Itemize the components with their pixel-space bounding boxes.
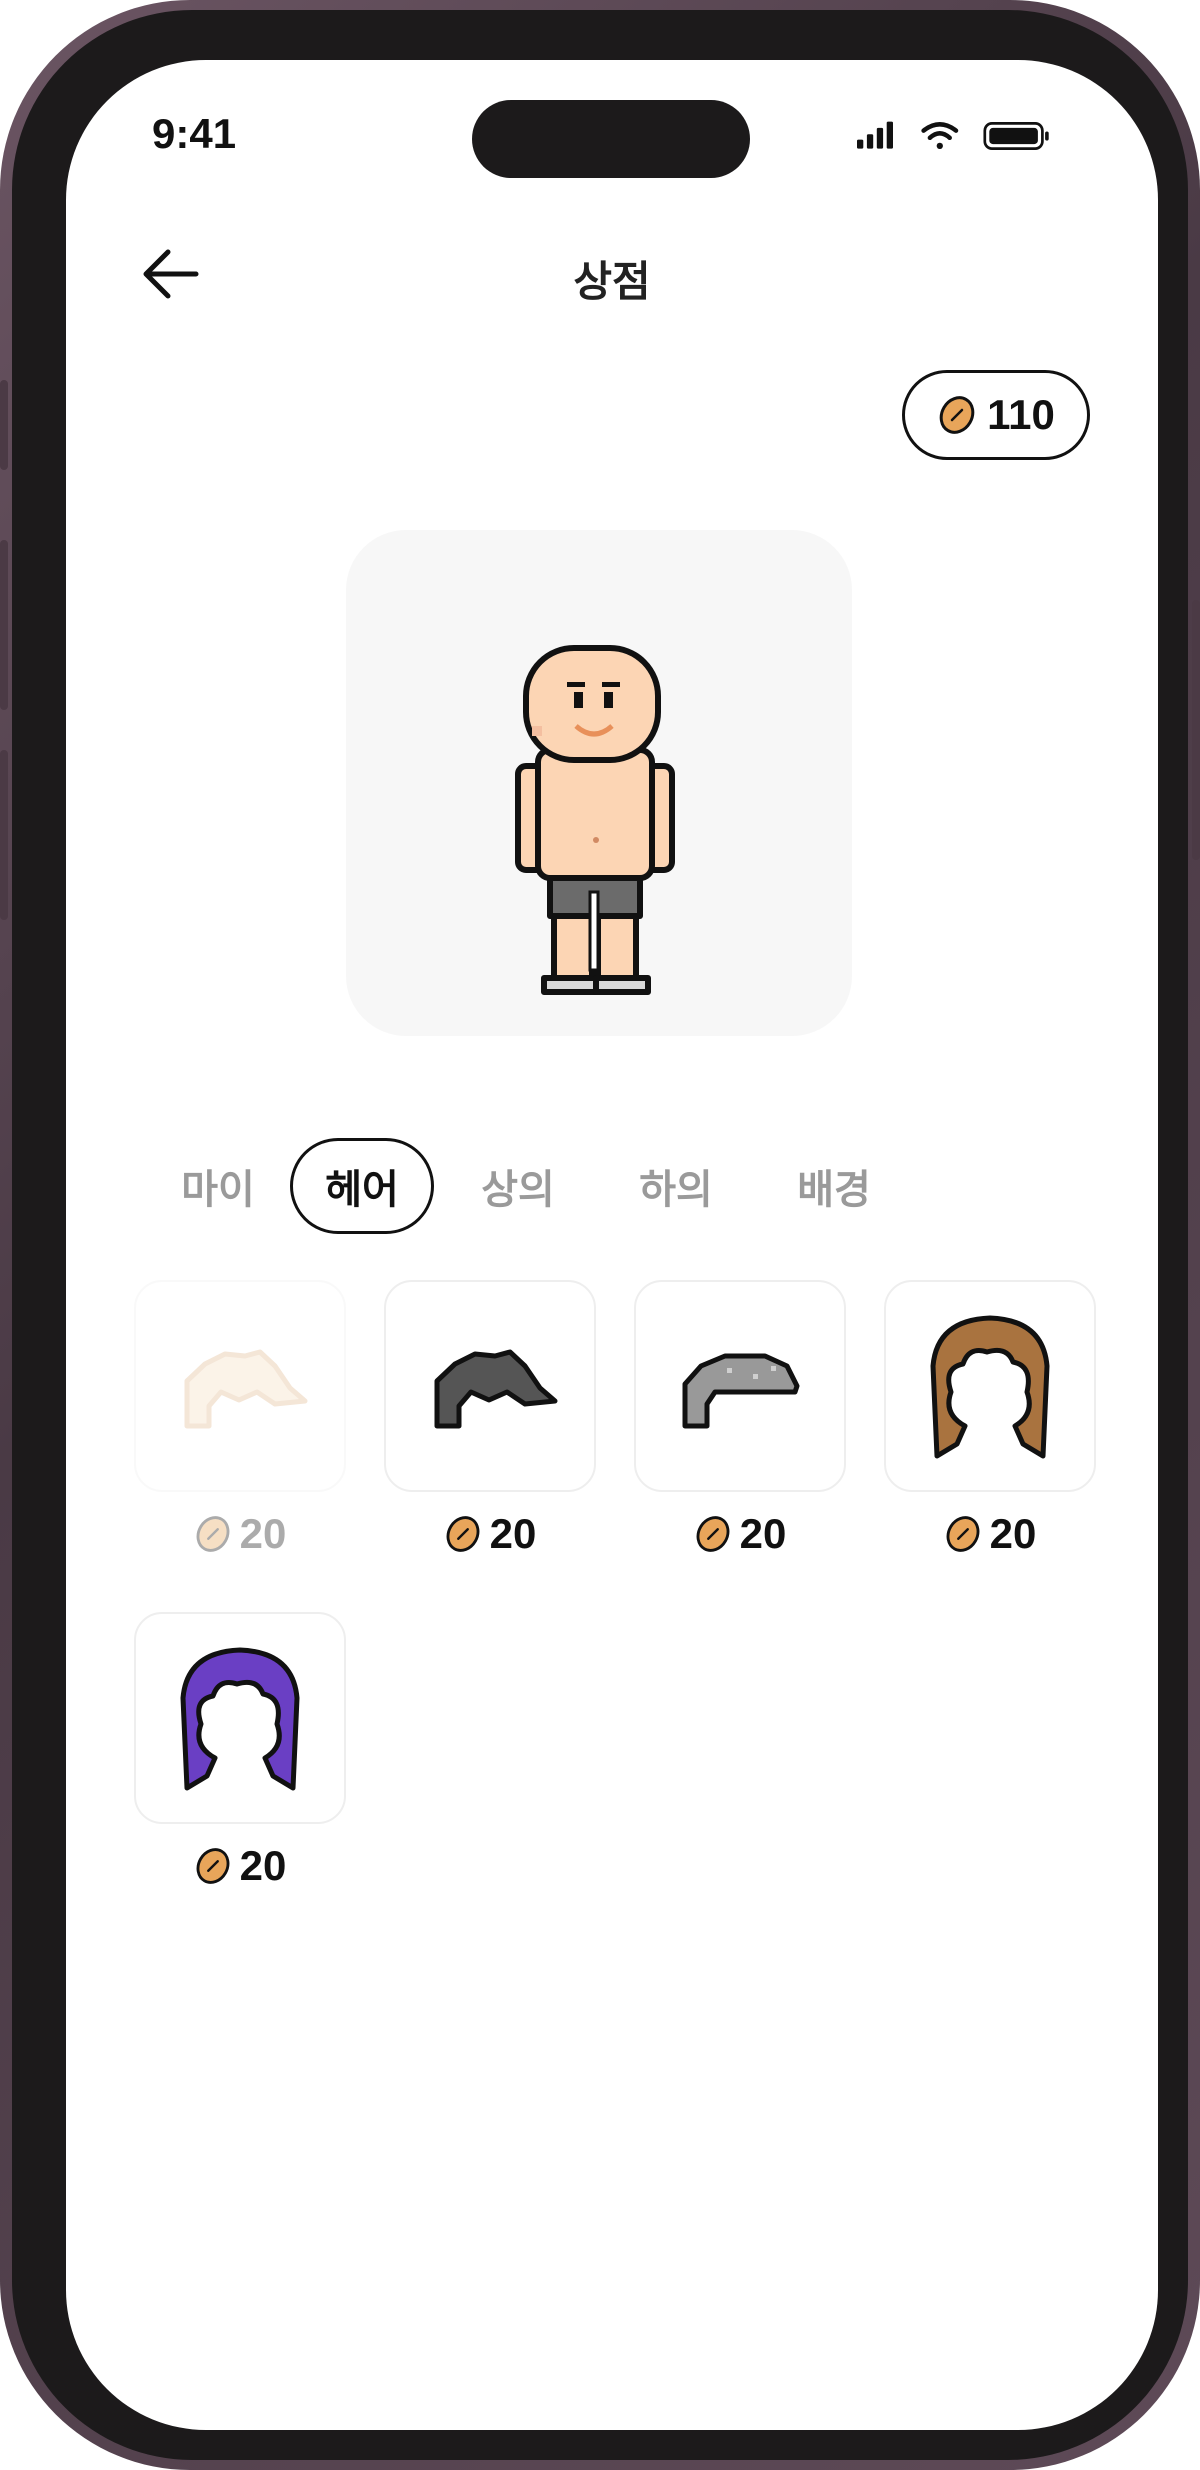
coin-icon: [696, 1516, 730, 1552]
item-price-value: 20: [989, 1510, 1037, 1557]
tab-hair[interactable]: 헤어: [290, 1138, 434, 1234]
screen: 9:41 상점 110 마이 헤어 상의 하의 배경 20 20 20 20 2…: [66, 60, 1158, 2430]
coin-icon: [196, 1516, 230, 1552]
tab-top[interactable]: 상의: [446, 1138, 590, 1234]
hair-long-brown-icon: [930, 1315, 1050, 1459]
bezel: 9:41 상점 110 마이 헤어 상의 하의 배경 20 20 20 20 2…: [12, 10, 1188, 2460]
phone-frame: 9:41 상점 110 마이 헤어 상의 하의 배경 20 20 20 20 2…: [0, 0, 1200, 2470]
item-price: 20: [634, 1510, 846, 1558]
item-card[interactable]: [134, 1612, 346, 1824]
item-card[interactable]: [634, 1280, 846, 1492]
hair-short-spiky-icon: [184, 1349, 308, 1429]
coin-count: 110: [987, 391, 1055, 438]
coin-icon: [446, 1516, 480, 1552]
item-price: 20: [884, 1510, 1096, 1558]
item-price: 20: [134, 1510, 346, 1558]
volume-up-button: [0, 540, 8, 710]
coin-balance: 110: [902, 370, 1090, 460]
shop-item[interactable]: 20: [384, 1280, 596, 1558]
power-button: [1192, 600, 1200, 860]
hair-long-purple-icon: [180, 1647, 300, 1791]
shop-item[interactable]: 20: [884, 1280, 1096, 1558]
dynamic-island: [472, 100, 750, 178]
coin-icon: [946, 1516, 980, 1552]
item-price-value: 20: [239, 1842, 287, 1889]
coin-icon: [196, 1848, 230, 1884]
tab-my[interactable]: 마이: [146, 1138, 290, 1234]
tab-bottom[interactable]: 하의: [604, 1138, 748, 1234]
item-price-value: 20: [739, 1510, 787, 1557]
volume-down-button: [0, 750, 8, 920]
mute-switch: [0, 380, 8, 470]
shop-item: 20: [134, 1280, 346, 1558]
item-price: 20: [384, 1510, 596, 1558]
item-card[interactable]: [884, 1280, 1096, 1492]
status-icons: [857, 121, 1049, 150]
item-card[interactable]: [384, 1280, 596, 1492]
page-title: 상점: [573, 258, 651, 305]
pixel-character: [515, 645, 675, 995]
battery-icon: [983, 122, 1049, 150]
shop-item[interactable]: 20: [134, 1612, 346, 1890]
signal-icon: [857, 121, 893, 149]
tab-background[interactable]: 배경: [762, 1138, 906, 1234]
item-price-value: 20: [489, 1510, 537, 1557]
hair-short-dark-icon: [434, 1349, 558, 1429]
coin-icon: [939, 396, 975, 434]
item-price-value: 20: [239, 1510, 287, 1557]
hair-swept-gray-icon: [682, 1353, 800, 1429]
item-card: [134, 1280, 346, 1492]
avatar-preview: [346, 530, 852, 1036]
shop-item[interactable]: 20: [634, 1280, 846, 1558]
item-price: 20: [134, 1842, 346, 1890]
wifi-icon: [921, 122, 959, 150]
status-time: 9:41: [152, 110, 237, 157]
